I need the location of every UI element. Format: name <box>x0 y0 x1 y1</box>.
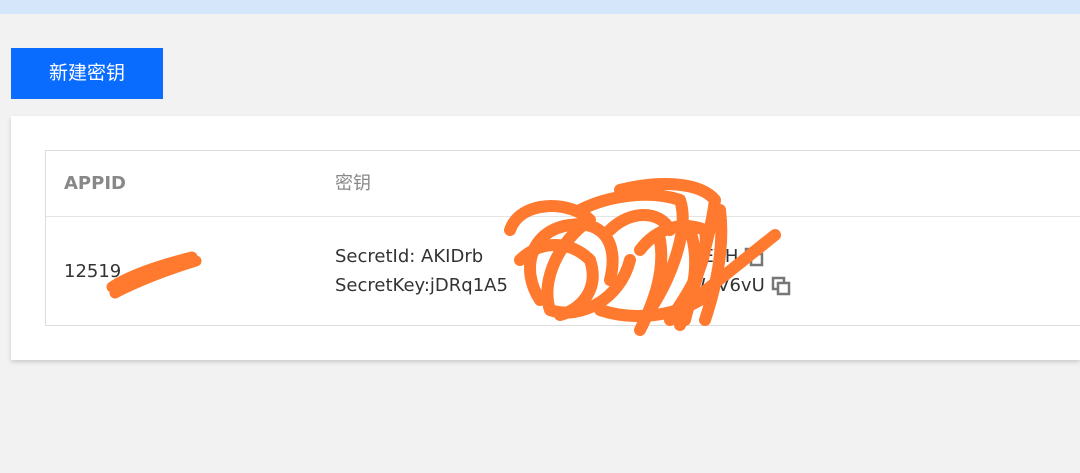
key-list-card: APPID 密钥 12519 SecretId: AKIDrb IEYH Sec… <box>11 116 1080 360</box>
table-row: 12519 SecretId: AKIDrb IEYH SecretKey:jD… <box>46 217 1080 325</box>
key-cell: SecretId: AKIDrb IEYH SecretKey:jDRq1A5 … <box>335 242 791 300</box>
top-banner <box>0 0 1080 14</box>
secret-id-suffix: IEYH <box>697 246 739 267</box>
table-header: APPID 密钥 <box>46 151 1080 217</box>
copy-secret-key-icon[interactable] <box>771 276 791 296</box>
copy-secret-id-icon[interactable] <box>744 247 764 267</box>
secret-key-suffix: WdV6vU <box>687 275 765 296</box>
new-key-button[interactable]: 新建密钥 <box>11 48 163 99</box>
secret-id-prefix: SecretId: AKIDrb <box>335 246 484 267</box>
column-header-appid: APPID <box>64 173 126 194</box>
secret-key-prefix: SecretKey:jDRq1A5 <box>335 275 508 296</box>
key-table: APPID 密钥 12519 SecretId: AKIDrb IEYH Sec… <box>45 150 1080 326</box>
secret-key-line: SecretKey:jDRq1A5 WdV6vU <box>335 271 791 300</box>
secret-id-line: SecretId: AKIDrb IEYH <box>335 242 791 271</box>
column-header-key: 密钥 <box>335 173 371 194</box>
appid-value: 12519 <box>64 261 122 282</box>
